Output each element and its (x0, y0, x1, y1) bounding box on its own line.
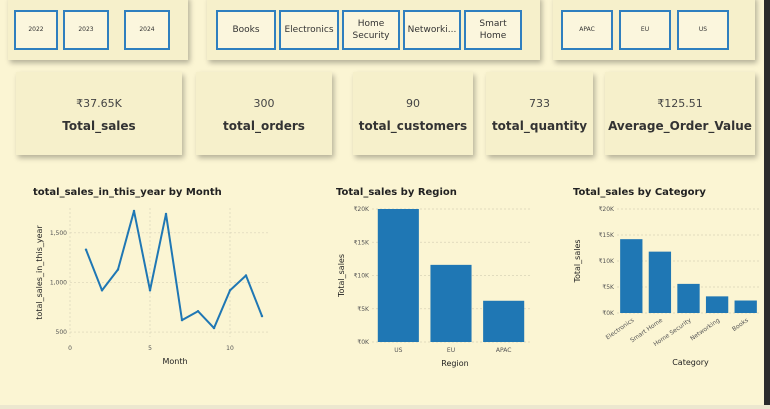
bar (620, 239, 643, 313)
category-option-smart-home[interactable]: Smart Home (464, 10, 522, 50)
kpi-value: 733 (529, 97, 550, 110)
bar (677, 283, 700, 313)
bottom-strip (0, 405, 770, 409)
y-tick-label: ₹15K (599, 232, 615, 239)
data-point (84, 248, 88, 251)
y-tick-label: ₹20K (354, 206, 370, 213)
x-tick-label: EU (447, 347, 455, 354)
x-axis-label: Region (441, 359, 468, 368)
bar-chart-sales-by-region: ₹0K ₹5K ₹10K ₹15K ₹20K US EU APAC Region Total_sa… (337, 206, 530, 368)
kpi-label: total_customers (358, 119, 468, 133)
x-tick-label: US (394, 347, 402, 354)
data-point (180, 318, 184, 322)
y-axis-label: Total_sales (573, 239, 582, 283)
bar (705, 296, 729, 313)
data-point (244, 274, 248, 277)
chart-title-sales-by-region: Total_sales by Region (336, 187, 457, 198)
x-tick-label: 10 (226, 345, 234, 352)
bar (483, 300, 525, 342)
category-option-networking[interactable]: Networki... (403, 10, 461, 50)
y-tick-label: ₹5K (602, 284, 615, 291)
y-tick-label: ₹10K (354, 273, 370, 280)
bar (648, 251, 672, 313)
region-option-us[interactable]: US (677, 10, 729, 50)
x-tick-label: Books (731, 317, 750, 333)
x-tick-label: 5 (148, 345, 152, 352)
year-option-2022[interactable]: 2022 (14, 10, 58, 50)
y-tick-label: 1,500 (50, 230, 67, 237)
window-edge (764, 0, 770, 409)
data-point (148, 289, 152, 292)
kpi-label: total_orders (223, 119, 305, 133)
kpi-value: 90 (406, 97, 420, 110)
y-tick-label: ₹5K (357, 306, 370, 313)
series-line (85, 209, 263, 330)
y-tick-label: ₹0K (357, 339, 370, 346)
y-axis-label: Total_sales (337, 254, 346, 298)
kpi-label: Total_sales (62, 119, 136, 133)
kpi-card-total-orders: 300 total_orders (196, 72, 332, 155)
y-tick-label: ₹15K (354, 239, 370, 246)
chart-title-sales-by-month: total_sales_in_this_year by Month (33, 187, 222, 198)
y-tick-label: ₹0K (602, 310, 615, 317)
region-slicer: APAC EU US (553, 0, 755, 60)
bar (430, 264, 472, 342)
kpi-label: Average_Order_Value (608, 119, 752, 133)
bar (377, 209, 419, 342)
y-axis-label: total_sales_in_this_year (35, 225, 44, 320)
line-chart-sales-by-month: 500 1,000 1,500 0 5 10 Month total_sales_in_thi… (35, 208, 270, 366)
category-option-home-security[interactable]: Home Security (342, 10, 400, 50)
x-tick-label: 0 (68, 345, 72, 352)
bar-chart-sales-by-category: ₹0K₹5K₹10K₹15K₹20KElectronicsSmart HomeH… (573, 206, 760, 367)
kpi-card-total-sales: ₹37.65K Total_sales (16, 72, 182, 155)
y-tick-label: ₹20K (599, 206, 615, 213)
kpi-card-total-quantity: 733 total_quantity (486, 72, 593, 155)
category-slicer: Books Electronics Home Security Networki… (207, 0, 540, 60)
bar (734, 300, 757, 313)
data-point (132, 209, 136, 213)
category-option-electronics[interactable]: Electronics (279, 10, 339, 50)
region-option-apac[interactable]: APAC (561, 10, 613, 50)
y-tick-label: 1,000 (50, 279, 67, 286)
kpi-label: total_quantity (491, 119, 588, 133)
kpi-value: ₹125.51 (657, 97, 703, 110)
kpi-card-total-customers: 90 total_customers (353, 72, 473, 155)
chart-title-sales-by-category: Total_sales by Category (573, 187, 706, 198)
x-axis-label: Month (162, 357, 187, 366)
year-option-2024[interactable]: 2024 (124, 10, 170, 50)
x-tick-label: APAC (496, 347, 512, 354)
data-point (260, 314, 264, 318)
data-point (228, 289, 232, 292)
x-axis-label: Category (672, 358, 709, 367)
category-option-books[interactable]: Books (216, 10, 276, 50)
data-point (100, 289, 104, 292)
year-slicer: 2022 2023 2024 (8, 0, 188, 60)
region-option-eu[interactable]: EU (619, 10, 671, 50)
y-tick-label: 500 (56, 329, 68, 336)
kpi-card-average-order-value: ₹125.51 Average_Order_Value (605, 72, 755, 155)
data-point (212, 326, 216, 330)
kpi-value: 300 (253, 97, 275, 110)
data-point (164, 212, 168, 216)
y-tick-label: ₹10K (599, 258, 615, 265)
kpi-value: ₹37.65K (76, 97, 122, 110)
year-option-2023[interactable]: 2023 (63, 10, 109, 50)
data-point (116, 268, 120, 271)
data-point (196, 310, 200, 313)
x-tick-label: Networking (689, 317, 721, 343)
